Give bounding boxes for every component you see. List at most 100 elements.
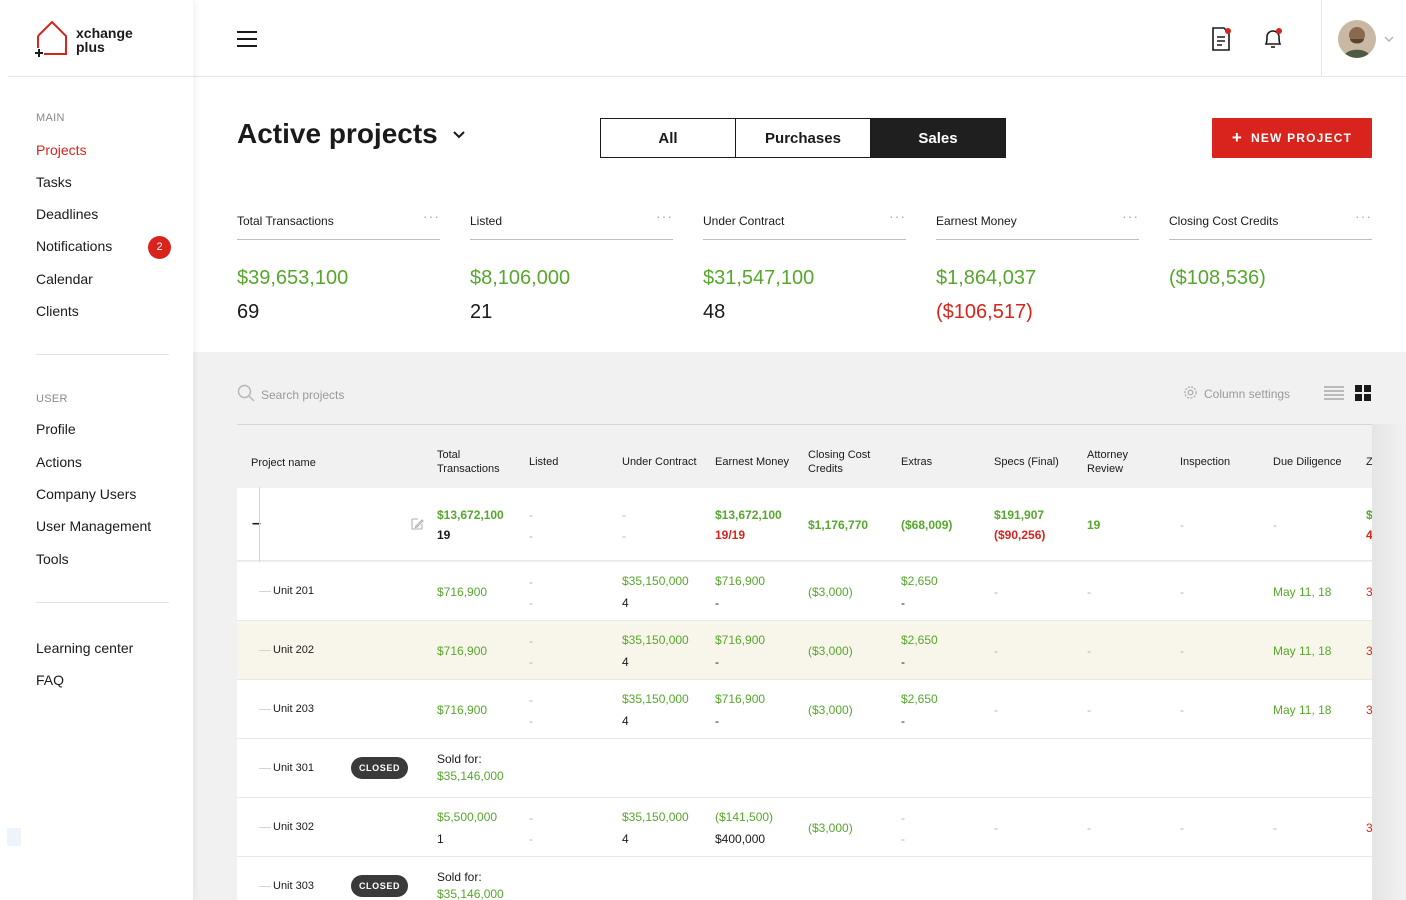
unit-earnest-secondary: - [715,596,719,610]
sold-for-value: $35,146,000 [437,887,504,900]
unit-earnest-secondary: - [715,655,719,669]
unit-listed-count: - [529,655,533,669]
chevron-down-icon[interactable] [1383,34,1395,44]
group-closing: $1,176,770 [808,518,869,532]
more-icon[interactable]: ··· [1355,208,1372,224]
unit-closing: ($3,000) [808,644,853,658]
stat-secondary-value: ($106,517) [936,301,1033,323]
grid-view-icon[interactable] [1355,385,1371,401]
unit-extras-secondary: - [901,832,905,846]
projects-table-panel: Column settings Project name Total Trans… [193,352,1406,900]
column-header-project-name[interactable]: Project name [251,456,316,470]
unit-specs: - [994,585,998,599]
logo-divider [8,76,193,77]
column-settings-button[interactable]: Column settings [1204,387,1290,401]
filter-tab-purchases[interactable]: Purchases [736,119,871,157]
new-project-button[interactable]: + NEW PROJECT [1212,118,1372,158]
gear-icon[interactable] [1183,385,1198,400]
unit-extras: - [901,811,905,825]
hamburger-menu-icon[interactable] [237,31,257,47]
stat-value: $1,864,037 [936,267,1037,289]
sidebar-item-calendar[interactable]: Calendar [36,271,93,287]
search-input[interactable] [261,386,561,404]
sidebar-item-tools[interactable]: Tools [36,551,69,567]
unit-under-contract-count: 4 [622,714,629,728]
sidebar-item-company-users[interactable]: Company Users [36,486,136,502]
table-row-unit-202[interactable]: Unit 202 $716,900 - - $35,150,000 4 $716… [237,621,1372,680]
sidebar-item-tasks[interactable]: Tasks [36,174,72,190]
unit-listed: - [529,811,533,825]
unit-due-diligence: - [1273,821,1277,835]
unit-specs: - [994,644,998,658]
group-listed: - [529,508,533,522]
column-header-attorney-review[interactable]: Attorney Review [1087,448,1139,476]
more-icon[interactable]: ··· [1122,208,1139,224]
unit-under-contract-count: 4 [622,832,629,846]
unit-inspection: - [1180,703,1184,717]
column-header-specs[interactable]: Specs (Final) [994,455,1059,469]
unit-inspection: - [1180,585,1184,599]
sidebar-item-projects[interactable]: Projects [36,142,87,158]
unit-name: Unit 203 [273,703,314,715]
edit-icon[interactable] [410,517,424,531]
tree-branch [259,768,271,769]
unit-name: Unit 201 [273,585,314,597]
sidebar-item-actions[interactable]: Actions [36,454,82,470]
unit-under-contract: $35,150,000 [622,633,689,647]
logo[interactable]: xchange plus [34,18,154,60]
sidebar-item-learning-center[interactable]: Learning center [36,640,133,656]
stat-label: Under Contract [703,214,785,228]
more-icon[interactable]: ··· [656,208,673,224]
sidebar-item-notifications[interactable]: Notifications [36,238,112,254]
unit-extras: $2,650 [901,633,938,647]
page-title[interactable]: Active projects [237,118,438,150]
table-row-unit-301[interactable]: Unit 301 CLOSED Sold for: $35,146,000 [237,739,1372,798]
project-type-filter: All Purchases Sales [600,118,1006,158]
more-icon[interactable]: ··· [423,208,440,224]
stat-total-transactions: Total Transactions ··· $39,653,100 69 [237,208,440,330]
sidebar-item-user-management[interactable]: User Management [36,518,151,534]
bell-icon[interactable] [1261,27,1285,51]
filter-tab-all[interactable]: All [601,119,736,157]
group-under-contract: - [622,508,626,522]
sidebar-item-clients[interactable]: Clients [36,303,79,319]
sidebar-item-deadlines[interactable]: Deadlines [36,206,98,222]
column-header-closing-cost-credits[interactable]: Closing Cost Credits [808,448,880,476]
column-header-extras[interactable]: Extras [901,455,932,469]
column-header-under-contract[interactable]: Under Contract [622,455,697,469]
table-row-unit-302[interactable]: Unit 302 $5,500,000 1 - - $35,150,000 4 … [237,798,1372,857]
table-row-group[interactable]: – $13,672,100 19 - - - - $13,672,100 19/… [237,488,1372,561]
sidebar-item-faq[interactable]: FAQ [36,672,64,688]
topbar-divider [1321,0,1322,77]
tree-branch [259,709,271,710]
column-header-inspection[interactable]: Inspection [1180,455,1230,469]
column-header-total-transactions[interactable]: Total Transactions [437,448,513,476]
column-header-listed[interactable]: Listed [529,455,558,469]
main-section-label: MAIN [36,112,65,124]
table-row-unit-203[interactable]: Unit 203 $716,900 - - $35,150,000 4 $716… [237,680,1372,739]
unit-name: Unit 301 [273,762,314,774]
stat-count: 48 [703,301,726,323]
sidebar-item-profile[interactable]: Profile [36,421,76,437]
avatar[interactable] [1338,20,1376,58]
column-header-earnest-money[interactable]: Earnest Money [715,455,789,469]
document-icon[interactable] [1211,27,1231,51]
table-row-unit-201[interactable]: Unit 201 $716,900 - - $35,150,000 4 $716… [237,562,1372,621]
filter-tab-sales[interactable]: Sales [871,119,1005,157]
chevron-down-icon[interactable] [452,130,466,140]
more-icon[interactable]: ··· [889,208,906,224]
column-header-due-diligence[interactable]: Due Diligence [1273,455,1341,469]
scroll-marker [7,828,21,846]
tree-branch [259,827,271,828]
unit-under-contract-count: 4 [622,655,629,669]
unit-listed: - [529,634,533,648]
closed-status-badge: CLOSED [351,875,408,897]
table-row-unit-303[interactable]: Unit 303 CLOSED Sold for: $35,146,000 [237,857,1372,900]
group-inspection: - [1180,518,1184,532]
unit-listed: - [529,575,533,589]
unit-extras-secondary: - [901,714,905,728]
closed-status-badge: CLOSED [351,757,408,779]
list-view-icon[interactable] [1324,385,1344,401]
sidebar-divider [36,354,169,355]
tree-branch [259,650,271,651]
